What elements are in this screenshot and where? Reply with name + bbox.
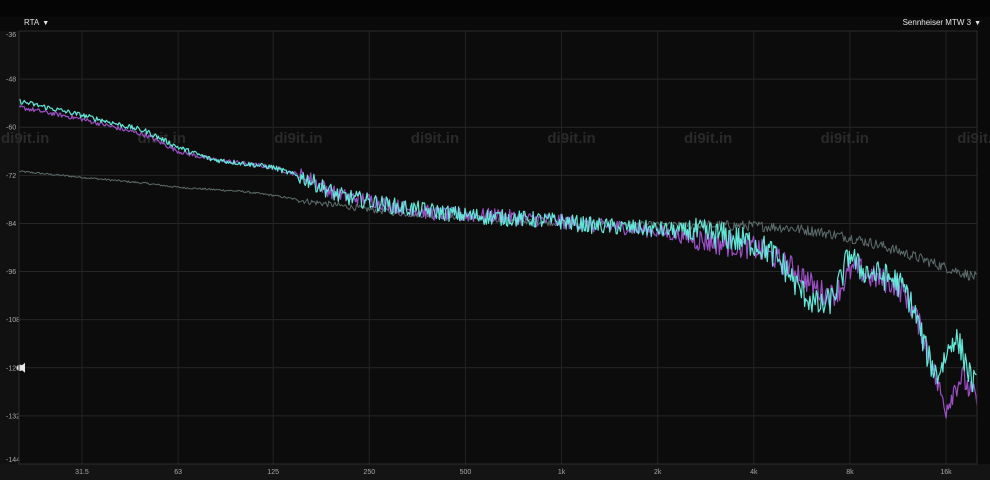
x-axis-strip <box>0 464 990 480</box>
y-axis-strip <box>0 31 19 464</box>
x-tick-label: 16k <box>940 469 952 476</box>
y-tick-label: -96 <box>6 269 16 276</box>
y-tick-label: -132 <box>6 413 20 420</box>
y-tick-label: -84 <box>6 221 16 228</box>
x-tick-label: 2k <box>654 469 662 476</box>
x-tick-label: 63 <box>174 469 182 476</box>
y-tick-label: -48 <box>6 77 16 84</box>
watermark-text: di9it.in <box>411 130 459 147</box>
watermark-text: di9it.in <box>684 130 732 147</box>
y-tick-label: -144 <box>6 457 20 464</box>
y-tick-label: -36 <box>6 32 16 39</box>
watermark-text: di9it.in <box>821 130 869 147</box>
y-tick-label: -108 <box>6 317 20 324</box>
y-tick-label: -60 <box>6 125 16 132</box>
x-tick-label: 8k <box>846 469 854 476</box>
y-tick-label: -72 <box>6 173 16 180</box>
plot-area <box>19 31 977 464</box>
watermark-text: di9it.in <box>547 130 595 147</box>
watermark-text: di9it.in <box>274 130 322 147</box>
x-tick-label: 125 <box>267 469 279 476</box>
x-tick-label: 500 <box>460 469 472 476</box>
x-tick-label: 1k <box>558 469 566 476</box>
watermark-text: di9it.in <box>1 130 49 147</box>
frequency-response-chart: di9it.in di9it.in di9it.in di9it.in di9it.in… <box>0 30 990 480</box>
x-tick-label: 250 <box>363 469 375 476</box>
x-tick-label: 31.5 <box>75 469 89 476</box>
x-tick-label: 4k <box>750 469 758 476</box>
level-marker-dot <box>16 364 24 371</box>
watermark-text: di9it.in <box>957 130 990 147</box>
